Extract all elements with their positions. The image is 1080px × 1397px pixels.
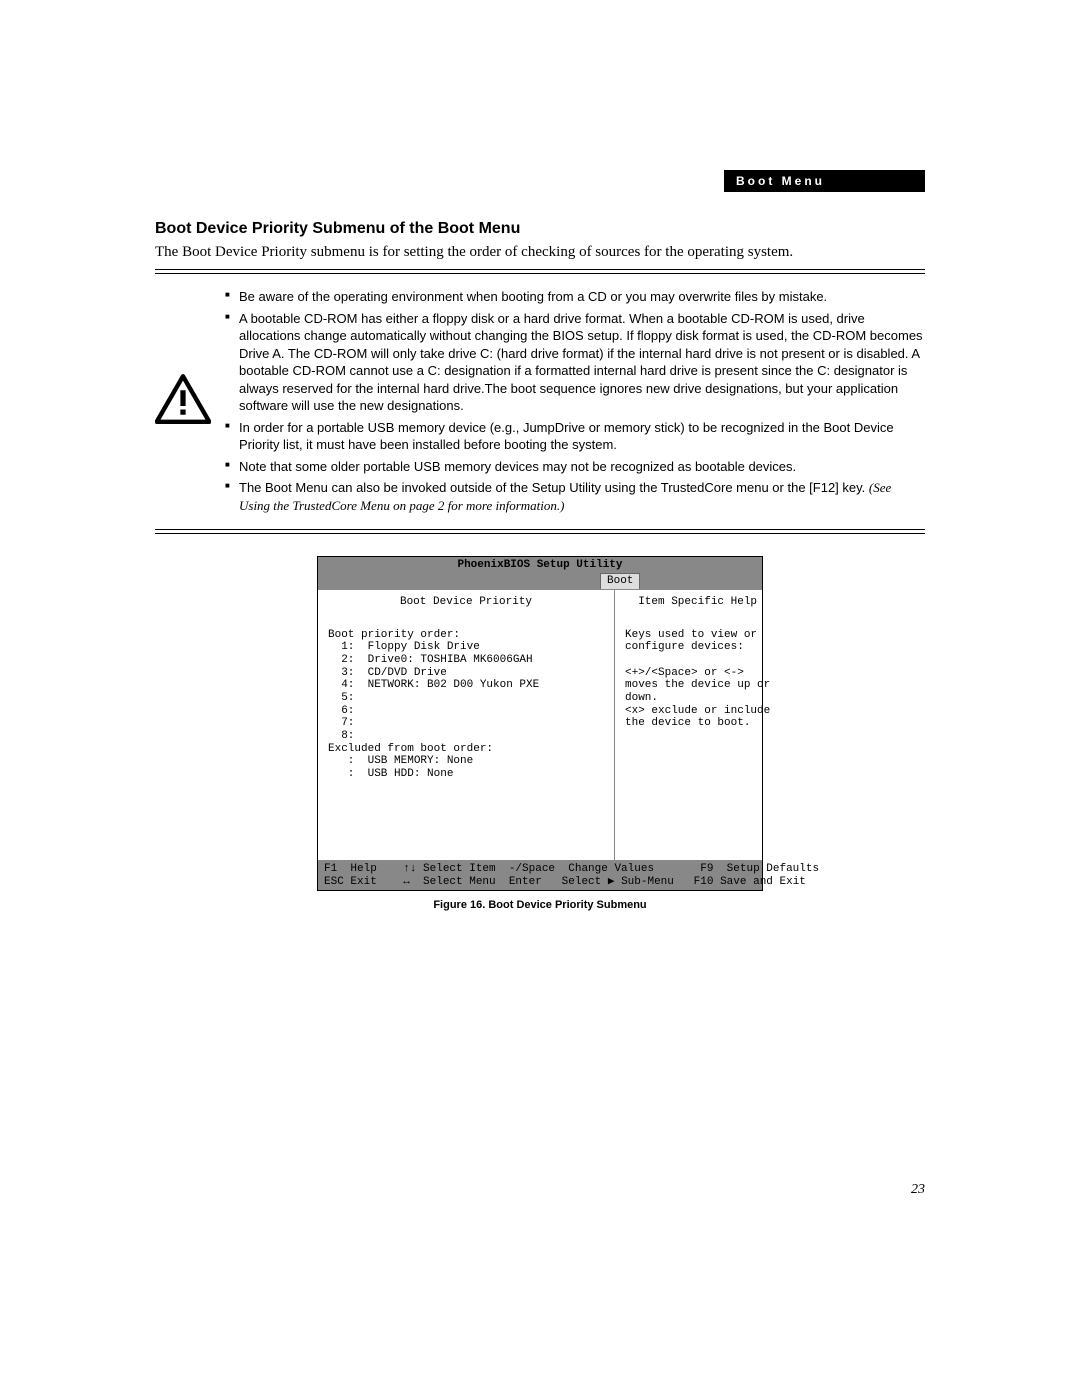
bios-tab-boot[interactable]: Boot xyxy=(600,573,640,589)
page-header-bar: Boot Menu xyxy=(724,170,925,192)
bios-right-block: Keys used to view or configure devices: … xyxy=(625,629,770,730)
notes-list: Be aware of the operating environment wh… xyxy=(225,284,925,519)
note-item: The Boot Menu can also be invoked outsid… xyxy=(225,479,925,514)
bios-title: PhoenixBIOS Setup Utility xyxy=(318,557,762,574)
section-title: Boot Device Priority Submenu of the Boot… xyxy=(155,220,925,238)
note-item: A bootable CD-ROM has either a floppy di… xyxy=(225,310,925,415)
note-item: Note that some older portable USB memory… xyxy=(225,458,925,476)
page-number: 23 xyxy=(911,1182,925,1198)
figure-caption: Figure 16. Boot Device Priority Submenu xyxy=(155,899,925,911)
bios-left-block: Boot priority order: 1: Floppy Disk Driv… xyxy=(328,629,604,781)
note-item: Be aware of the operating environment wh… xyxy=(225,288,925,306)
bios-left-title: Boot Device Priority xyxy=(328,596,604,609)
bios-screenshot: PhoenixBIOS Setup Utility Boot Boot Devi… xyxy=(317,556,763,892)
bottom-rule xyxy=(155,529,925,534)
bios-right-title: Item Specific Help xyxy=(625,596,770,609)
bios-boot-order-list[interactable]: Boot priority order: 1: Floppy Disk Driv… xyxy=(328,629,604,781)
bios-tab-strip: Boot xyxy=(318,573,762,589)
bios-footer: F1 Help ↑↓ Select Item -/Space Change Va… xyxy=(318,861,762,890)
top-rule xyxy=(155,269,925,274)
bios-footer-line1: F1 Help ↑↓ Select Item -/Space Change Va… xyxy=(324,863,819,875)
bios-footer-line2: ESC Exit ↔ Select Menu Enter Select ▶ Su… xyxy=(324,876,806,888)
note5-prefix: The Boot Menu can also be invoked outsid… xyxy=(239,480,869,495)
note-item: In order for a portable USB memory devic… xyxy=(225,419,925,454)
section-intro: The Boot Device Priority submenu is for … xyxy=(155,244,925,261)
warning-icon xyxy=(155,374,215,429)
